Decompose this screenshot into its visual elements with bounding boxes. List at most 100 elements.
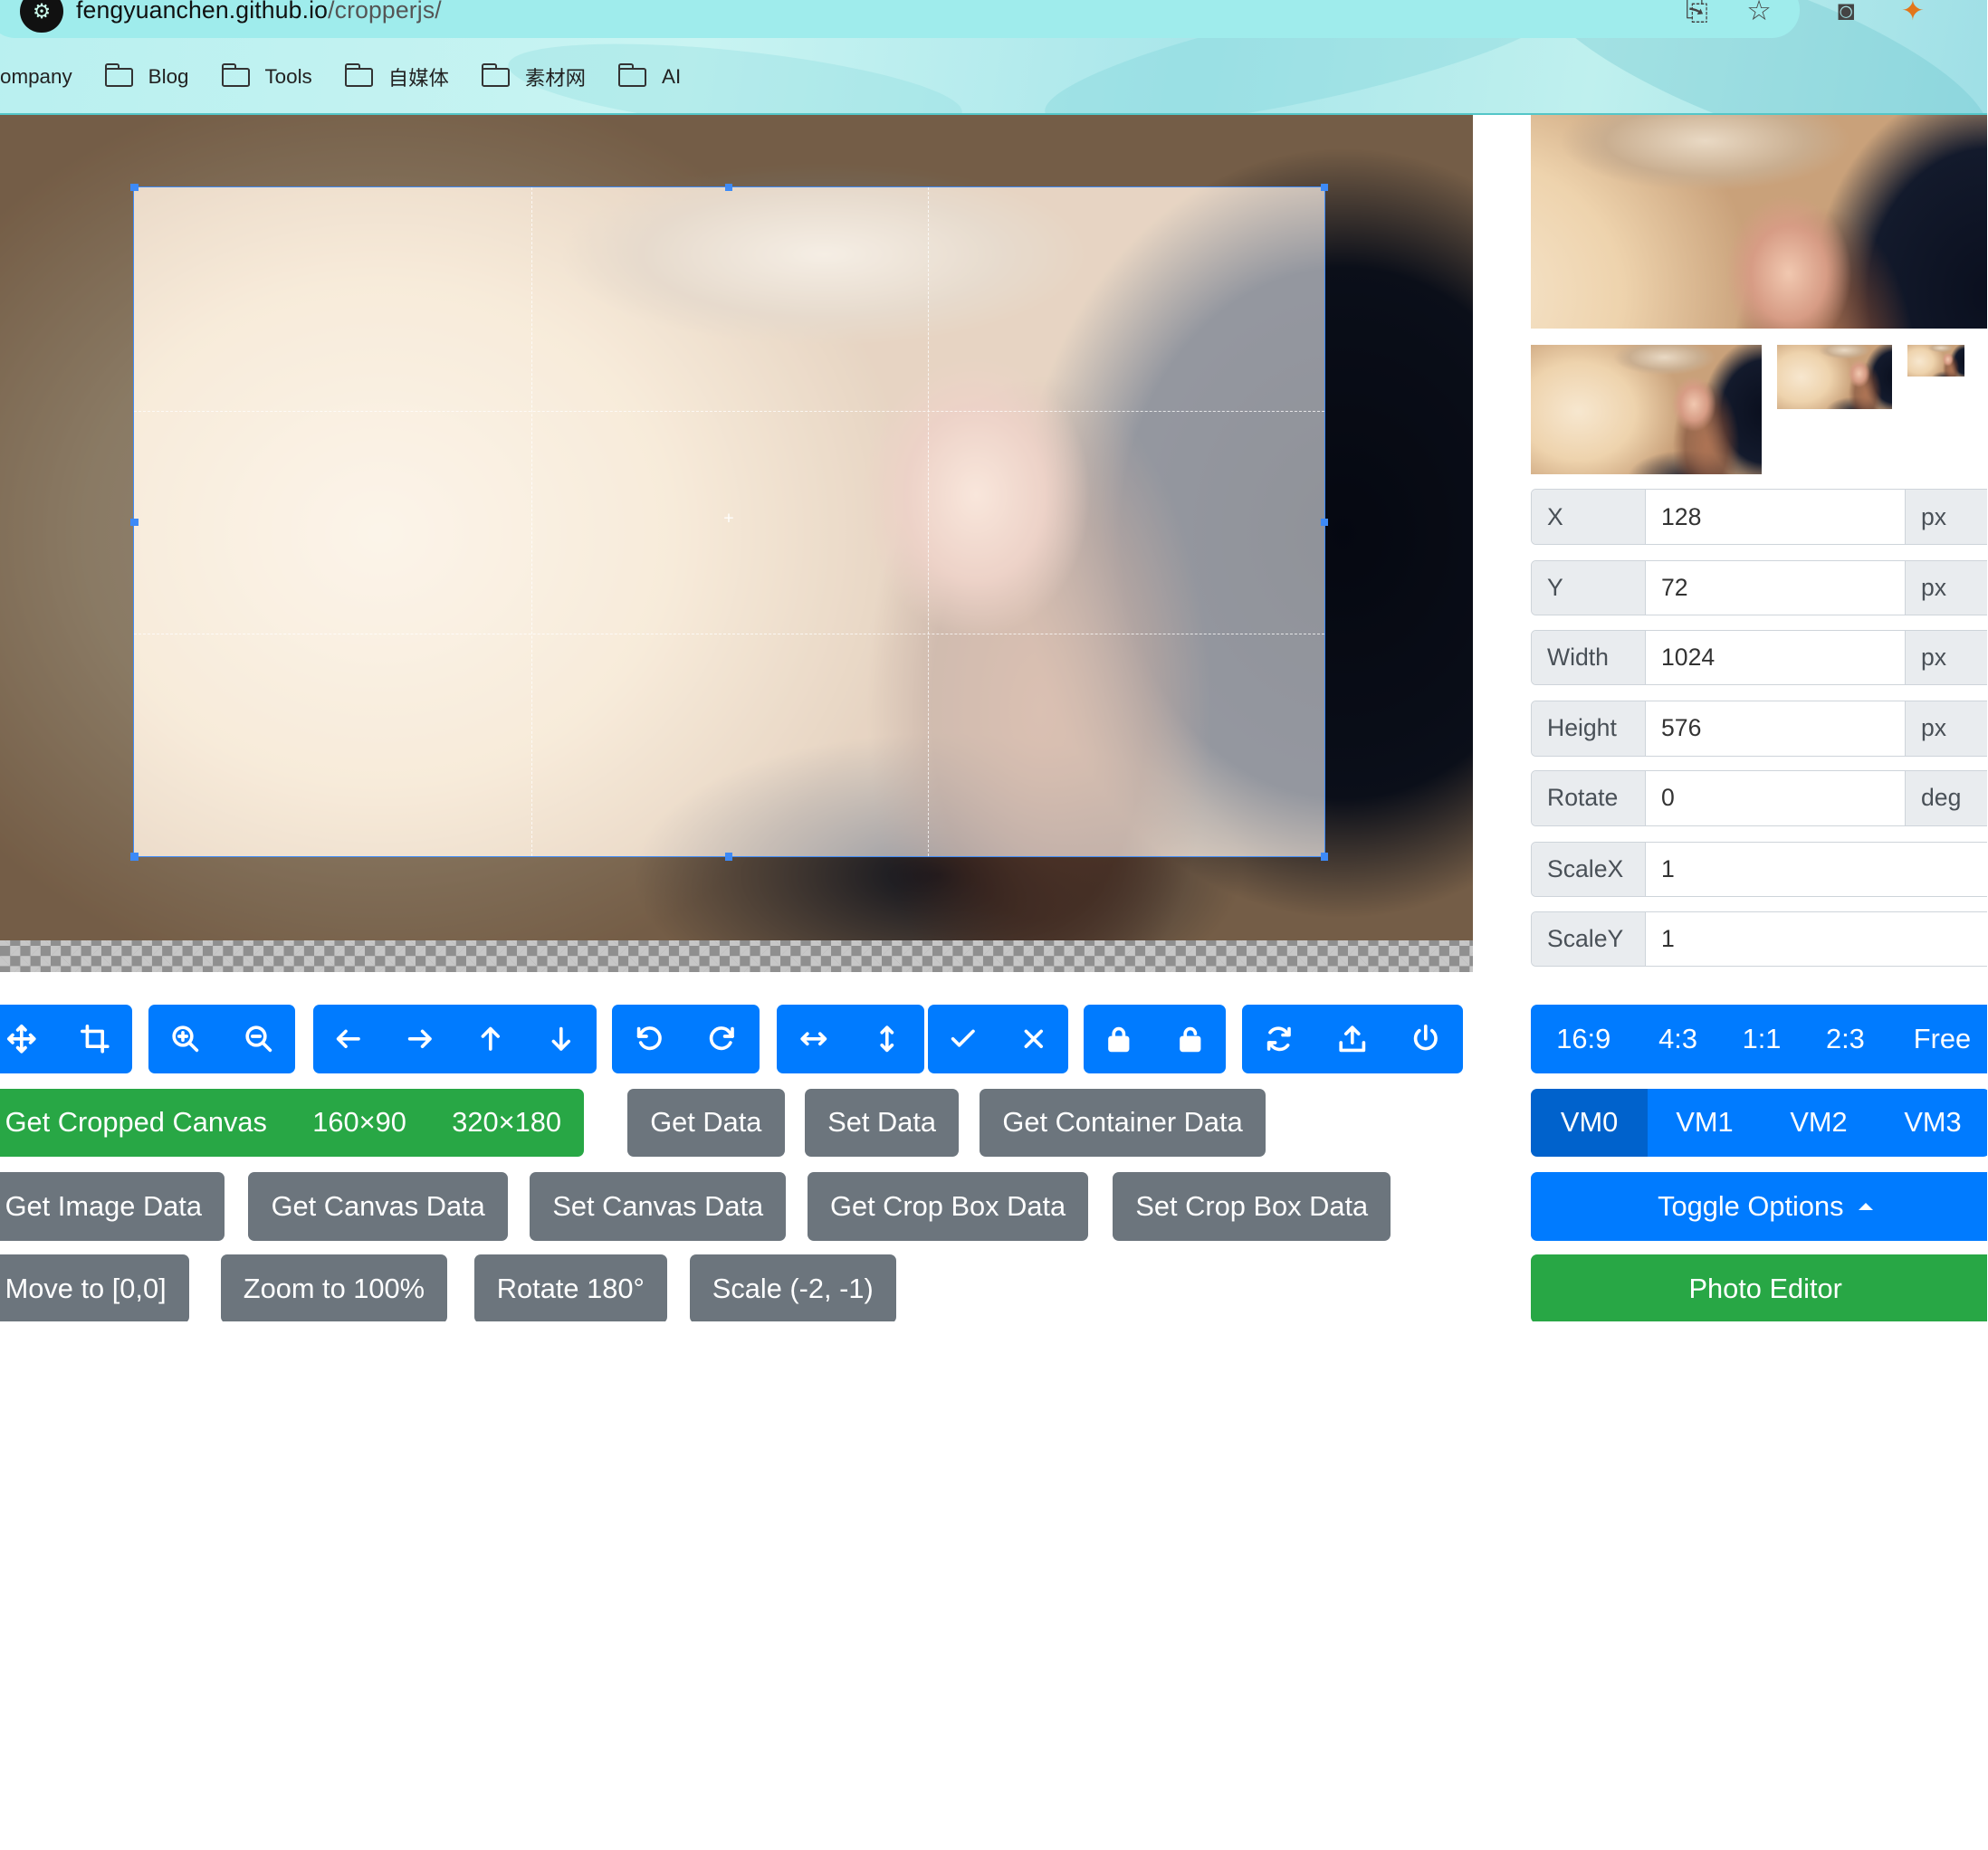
aspect-2-3-button[interactable]: 2:3	[1803, 1005, 1888, 1073]
crop-icon	[81, 1025, 110, 1054]
bookmark-assets[interactable]: 素材网	[482, 62, 586, 91]
bookmark-tools[interactable]: Tools	[221, 62, 312, 89]
bookmark-media[interactable]: 自媒体	[344, 62, 449, 91]
move-to-wrap: Move to [0,0]	[0, 1254, 189, 1322]
crop-guide-vertical	[927, 187, 929, 857]
crop-action-group	[927, 1005, 1069, 1073]
crop-handle-e[interactable]	[1320, 518, 1329, 526]
crop-handle-w[interactable]	[130, 518, 139, 526]
set-canvas-data-button[interactable]: Set Canvas Data	[530, 1172, 787, 1241]
move-down-button[interactable]	[525, 1005, 597, 1073]
get-data-button[interactable]: Get Data	[627, 1088, 785, 1158]
cropped-canvas-group: Get Cropped Canvas 160×90 320×180	[0, 1088, 585, 1158]
set-crop-box-data-wrap: Set Crop Box Data	[1113, 1172, 1391, 1241]
url-host: fengyuanchen.github.io	[76, 0, 329, 24]
aspect-ratio-group: 16:9 4:3 1:1 2:3 Free	[1531, 1005, 1988, 1073]
camera-extension-icon[interactable]: ◙	[1838, 0, 1855, 27]
move-left-button[interactable]	[312, 1005, 385, 1073]
bookmark-label: 素材网	[524, 67, 587, 91]
zoom-in-button[interactable]	[148, 1005, 222, 1073]
cropped-canvas-320-button[interactable]: 320×180	[429, 1088, 585, 1158]
zoom-to-button[interactable]: Zoom to 100%	[220, 1254, 448, 1322]
bookmark-star-icon[interactable]: ☆	[1746, 0, 1772, 27]
view-mode-3-button[interactable]: VM3	[1875, 1088, 1988, 1158]
flip-vertical-button[interactable]	[850, 1005, 924, 1073]
bookmark-company[interactable]: ompany	[0, 65, 72, 89]
move-up-button[interactable]	[454, 1005, 526, 1073]
data-height-input[interactable]: 576	[1646, 701, 1907, 756]
clear-button[interactable]	[999, 1005, 1069, 1073]
crop-confirm-button[interactable]	[927, 1005, 999, 1073]
view-mode-1-button[interactable]: VM1	[1647, 1088, 1762, 1158]
data-scaley-label: ScaleY	[1532, 911, 1647, 967]
data-y-input[interactable]: 72	[1646, 560, 1907, 615]
aspect-free-button[interactable]: Free	[1887, 1005, 1988, 1073]
data-scaley-input[interactable]: 1	[1646, 911, 1988, 967]
crop-button[interactable]	[58, 1005, 132, 1073]
get-canvas-data-button[interactable]: Get Canvas Data	[248, 1172, 508, 1241]
get-data-wrap: Get Data	[627, 1088, 785, 1158]
get-container-data-button[interactable]: Get Container Data	[980, 1088, 1266, 1158]
get-crop-box-data-button[interactable]: Get Crop Box Data	[807, 1172, 1089, 1241]
crop-handle-ne[interactable]	[1320, 183, 1329, 192]
rotate-left-button[interactable]	[612, 1005, 686, 1073]
crop-handle-nw[interactable]	[130, 183, 139, 192]
bookmark-label: Tools	[264, 65, 312, 89]
move-to-button[interactable]: Move to [0,0]	[0, 1254, 189, 1322]
move-button[interactable]	[0, 1005, 59, 1073]
get-image-data-button[interactable]: Get Image Data	[0, 1172, 225, 1241]
arrow-down-icon	[551, 1026, 571, 1052]
enable-button[interactable]	[1154, 1005, 1226, 1073]
scale-button[interactable]: Scale (-2, -1)	[689, 1254, 896, 1322]
toggle-options-button[interactable]: Toggle Options	[1531, 1172, 1988, 1241]
view-mode-2-button[interactable]: VM2	[1761, 1088, 1876, 1158]
bookmark-label: Blog	[148, 65, 189, 89]
data-rotate-input[interactable]: 0	[1646, 771, 1907, 825]
photo-editor-button[interactable]: Photo Editor	[1531, 1254, 1988, 1322]
get-cropped-canvas-button[interactable]: Get Cropped Canvas	[0, 1088, 291, 1158]
reset-button[interactable]	[1242, 1005, 1316, 1073]
metamask-extension-icon[interactable]: ✦	[1901, 0, 1925, 27]
upload-button[interactable]	[1315, 1005, 1390, 1073]
cropped-canvas-160-button[interactable]: 160×90	[290, 1088, 430, 1158]
upload-icon	[1339, 1025, 1366, 1053]
set-data-button[interactable]: Set Data	[805, 1088, 960, 1158]
lock-group	[1084, 1005, 1226, 1073]
view-mode-0-button[interactable]: VM0	[1531, 1088, 1648, 1158]
aspect-16-9-button[interactable]: 16:9	[1531, 1005, 1637, 1073]
rotate-right-button[interactable]	[685, 1005, 760, 1073]
scale-wrap: Scale (-2, -1)	[689, 1254, 896, 1322]
url-text[interactable]: fengyuanchen.github.io/cropperjs/	[76, 0, 442, 24]
move-right-button[interactable]	[384, 1005, 455, 1073]
aspect-4-3-button[interactable]: 4:3	[1636, 1005, 1720, 1073]
zoom-to-wrap: Zoom to 100%	[220, 1254, 448, 1322]
misc-group	[1242, 1005, 1463, 1073]
disable-button[interactable]	[1084, 1005, 1155, 1073]
translate-icon[interactable]: ⎘	[1686, 0, 1708, 28]
crop-handle-n[interactable]	[724, 183, 733, 192]
cropper-container[interactable]: +	[0, 115, 1473, 972]
zoom-out-button[interactable]	[221, 1005, 296, 1073]
crop-handle-sw[interactable]	[130, 853, 139, 861]
aspect-1-1-button[interactable]: 1:1	[1719, 1005, 1804, 1073]
crop-handle-se[interactable]	[1320, 853, 1329, 861]
zoom-in-icon	[171, 1025, 198, 1053]
zoom-group	[148, 1005, 296, 1073]
preview-image	[1776, 344, 1893, 410]
data-scalex-input[interactable]: 1	[1646, 842, 1988, 897]
preview-medium	[1531, 344, 1762, 474]
rotate-left-icon	[636, 1026, 662, 1051]
toggle-options-wrap: Toggle Options	[1531, 1172, 1988, 1241]
set-data-wrap: Set Data	[805, 1088, 960, 1158]
destroy-button[interactable]	[1389, 1005, 1463, 1073]
set-crop-box-data-button[interactable]: Set Crop Box Data	[1113, 1172, 1391, 1241]
data-width-input[interactable]: 1024	[1646, 630, 1907, 685]
bookmarks-bar: ompany Blog Tools 自媒体 素材网 AI	[0, 56, 714, 100]
flip-horizontal-button[interactable]	[777, 1005, 851, 1073]
data-y-unit: px	[1906, 560, 1988, 615]
data-x-input[interactable]: 128	[1646, 490, 1907, 544]
crop-handle-s[interactable]	[724, 853, 733, 861]
bookmark-blog[interactable]: Blog	[104, 62, 189, 89]
bookmark-ai[interactable]: AI	[618, 62, 681, 89]
rotate-180-button[interactable]: Rotate 180°	[473, 1254, 667, 1322]
